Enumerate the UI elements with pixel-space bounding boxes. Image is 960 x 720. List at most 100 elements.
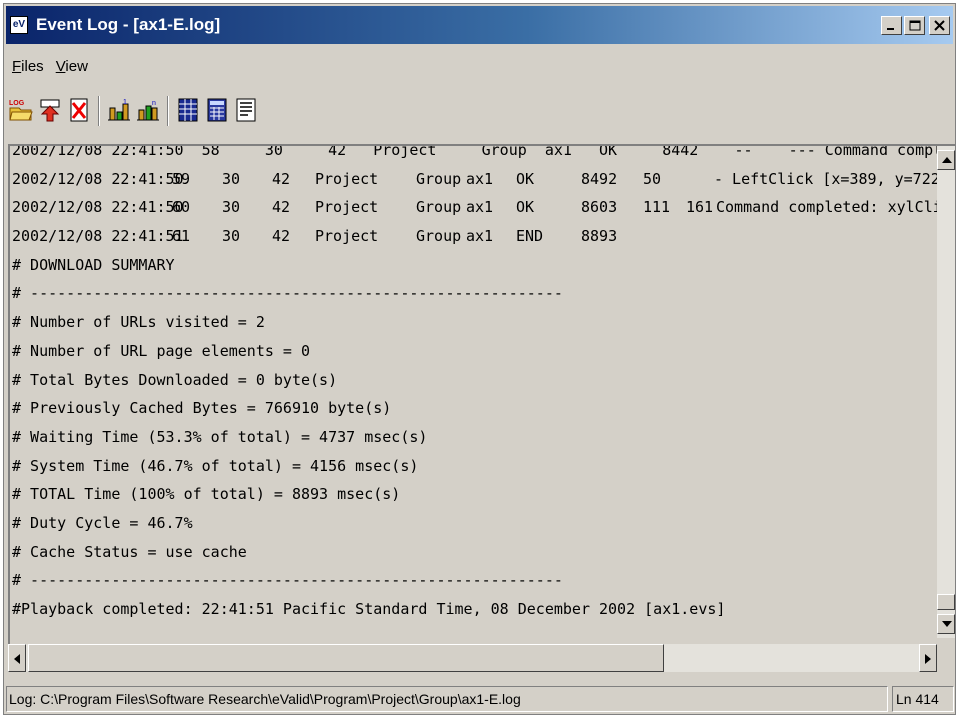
app-icon[interactable]: eV: [10, 16, 28, 34]
menu-files[interactable]: Files: [6, 54, 50, 82]
close-button[interactable]: [929, 16, 950, 35]
horizontal-scrollbar[interactable]: [8, 644, 937, 672]
log-line-partial: 2002/12/08 22:41:50 58 30 42 Project Gro…: [12, 144, 955, 159]
row-type: Project: [315, 198, 379, 217]
minimize-icon: [887, 28, 894, 30]
status-bar: Log: C:\Program Files\Software Research\…: [6, 686, 954, 712]
arrow-down-icon: [942, 621, 952, 627]
row-timestamp: 2002/12/08 22:41:50: [12, 169, 184, 188]
log-view[interactable]: 2002/12/08 22:41:50 58 30 42 Project Gro…: [8, 144, 955, 672]
row-cat: Group: [416, 227, 462, 246]
grid-table-button[interactable]: [175, 95, 201, 127]
scroll-down-button[interactable]: [937, 614, 955, 634]
row-seq: 60: [172, 198, 191, 217]
row-extra: 161: [686, 198, 714, 217]
table-row: 2002/12/08 22:41:50 60 30 42 Project Gro…: [12, 193, 955, 222]
row-delta: 111: [643, 198, 671, 217]
row-elapsed: 8603: [581, 198, 618, 217]
close-icon: [934, 20, 945, 31]
menu-view-accel: V: [55, 58, 66, 75]
document-button[interactable]: [233, 95, 259, 127]
row-col-b: 42: [272, 227, 291, 246]
toolbar-separator: [167, 96, 169, 126]
log-line: # TOTAL Time (100% of total) = 8893 msec…: [12, 485, 401, 504]
maximize-button[interactable]: [904, 16, 925, 35]
row-status: OK: [516, 169, 535, 188]
row-col-b: 42: [272, 169, 291, 188]
upload-button[interactable]: [37, 95, 63, 127]
arrow-right-icon: [925, 654, 931, 664]
log-line: # DOWNLOAD SUMMARY: [12, 255, 175, 274]
menu-view-label: iew: [65, 58, 88, 75]
svg-text:1: 1: [123, 99, 127, 106]
svg-text:n: n: [152, 100, 156, 107]
scroll-up-button[interactable]: [937, 150, 955, 170]
log-line: # --------------------------------------…: [12, 284, 563, 303]
horizontal-scroll-thumb[interactable]: [28, 644, 664, 672]
log-line: # Number of URL page elements = 0: [12, 341, 311, 360]
row-elapsed: 8893: [581, 227, 618, 246]
row-id: ax1: [466, 227, 494, 246]
log-line: # Number of URLs visited = 2: [12, 313, 265, 332]
table-row: 2002/12/08 22:41:51 61 30 42 Project Gro…: [12, 222, 955, 251]
vertical-scroll-thumb[interactable]: [937, 594, 955, 610]
row-message: Command completed: xylClick: [716, 198, 955, 217]
row-id: ax1: [466, 198, 494, 217]
menu-view[interactable]: View: [50, 54, 94, 82]
calculator-icon: [207, 98, 227, 122]
log-line: # Duty Cycle = 46.7%: [12, 513, 193, 532]
status-log-path: Log: C:\Program Files\Software Research\…: [6, 686, 888, 712]
row-col-a: 30: [222, 169, 241, 188]
row-type: Project: [315, 169, 379, 188]
row-cat: Group: [416, 198, 462, 217]
upload-icon: [40, 99, 60, 122]
row-col-a: 30: [222, 198, 241, 217]
toolbar: LOG 1 n: [8, 90, 262, 132]
table-row: 2002/12/08 22:41:50 59 30 42 Project Gro…: [12, 165, 955, 194]
grid-table-icon: [178, 98, 198, 122]
status-line-number: Ln 414: [892, 686, 954, 712]
chart-1-icon: 1: [108, 99, 130, 121]
menu-files-label: iles: [21, 58, 44, 75]
log-line: #Playback completed: 22:41:51 Pacific St…: [12, 600, 726, 618]
calculator-button[interactable]: [204, 95, 230, 127]
arrow-left-icon: [14, 654, 20, 664]
log-line: # Total Bytes Downloaded = 0 byte(s): [12, 370, 338, 389]
log-line: # System Time (46.7% of total) = 4156 ms…: [12, 456, 419, 475]
row-status: END: [516, 227, 544, 246]
menu-bar: Files View: [6, 54, 94, 82]
window-title: Event Log - [ax1-E.log]: [36, 15, 221, 34]
chart-2-button[interactable]: n: [135, 95, 161, 127]
open-log-icon: LOG: [9, 100, 33, 121]
menu-files-accel: F: [12, 58, 22, 75]
row-seq: 61: [172, 227, 191, 246]
event-log-window: eV Event Log - [ax1-E.log] Files View LO…: [3, 3, 956, 715]
row-col-a: 30: [222, 227, 241, 246]
row-timestamp: 2002/12/08 22:41:50: [12, 198, 184, 217]
row-id: ax1: [466, 169, 494, 188]
row-seq: 59: [172, 169, 191, 188]
log-line: # Waiting Time (53.3% of total) = 4737 m…: [12, 427, 428, 446]
arrow-up-icon: [942, 157, 952, 163]
log-line: # Previously Cached Bytes = 766910 byte(…: [12, 399, 392, 418]
log-line: # Cache Status = use cache: [12, 542, 247, 561]
svg-text:LOG: LOG: [9, 100, 25, 107]
scroll-left-button[interactable]: [8, 644, 26, 672]
delete-button[interactable]: [66, 95, 92, 127]
scroll-right-button[interactable]: [919, 644, 937, 672]
maximize-icon: [909, 20, 921, 31]
document-icon: [236, 98, 256, 122]
title-bar[interactable]: eV Event Log - [ax1-E.log]: [6, 6, 953, 44]
row-message: - LeftClick [x=389, y=722]: [714, 169, 949, 188]
chart-2-icon: n: [137, 100, 159, 121]
row-elapsed: 8492: [581, 169, 618, 188]
chart-1-button[interactable]: 1: [106, 95, 132, 127]
delete-icon: [70, 98, 88, 122]
open-log-button[interactable]: LOG: [8, 95, 34, 127]
row-type: Project: [315, 227, 379, 246]
row-timestamp: 2002/12/08 22:41:51: [12, 227, 184, 246]
log-line: # --------------------------------------…: [12, 571, 563, 590]
minimize-button[interactable]: [881, 16, 902, 35]
log-text: 2002/12/08 22:41:50 58 30 42 Project Gro…: [12, 144, 955, 624]
vertical-scrollbar[interactable]: [937, 146, 955, 638]
